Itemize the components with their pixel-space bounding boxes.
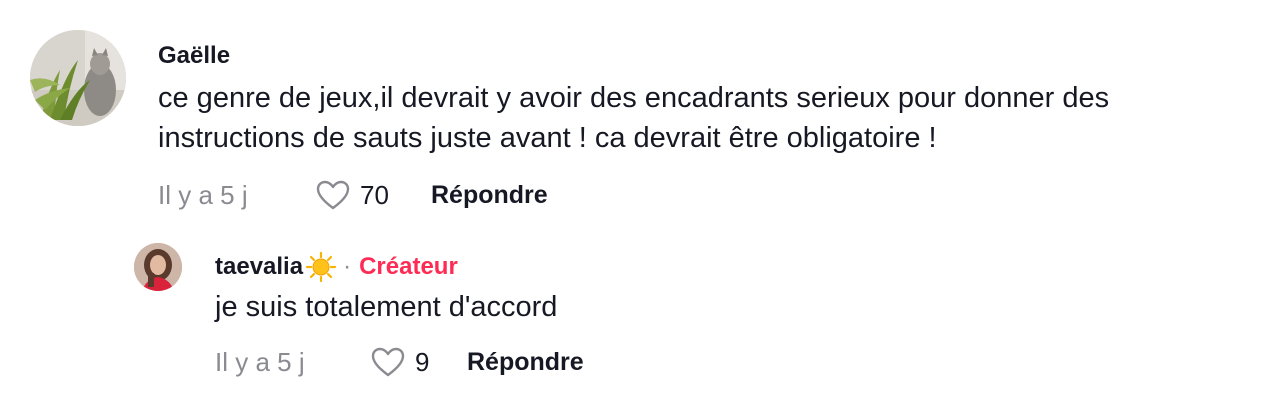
comment-text-line: instructions de sauts juste avant ! ca d…: [158, 122, 937, 154]
reply-username[interactable]: taevalia: [215, 253, 303, 281]
reply-meta: Il y a 5 j 9 Répondre: [215, 345, 584, 379]
like-button[interactable]: [371, 347, 405, 377]
comment-item: Gaëlle ce genre de jeux,il devrait y avo…: [30, 30, 1270, 220]
comment-meta: Il y a 5 j 70 Répondre: [158, 178, 548, 212]
reply-button[interactable]: Répondre: [431, 181, 548, 210]
reply-text: je suis totalement d'accord: [215, 291, 558, 323]
reply-header: taevalia · Créateur: [215, 251, 458, 283]
comment-username[interactable]: Gaëlle: [158, 42, 230, 70]
sun-icon: [305, 251, 337, 283]
creator-badge: Créateur: [359, 253, 458, 280]
separator-dot: ·: [343, 253, 352, 280]
heart-icon: [371, 347, 405, 377]
timestamp: Il y a 5 j: [215, 346, 305, 377]
heart-icon: [316, 180, 350, 210]
person-photo-avatar-icon: [134, 243, 182, 291]
like-count: 9: [415, 346, 430, 377]
comment-text: ce genre de jeux,il devrait y avoir des …: [158, 78, 1258, 158]
reply-item: taevalia · Créateur je suis totalement d…: [134, 243, 1234, 383]
reply-button[interactable]: Répondre: [467, 348, 584, 377]
comment-text-line: ce genre de jeux,il devrait y avoir des …: [158, 82, 1110, 114]
avatar[interactable]: [30, 30, 126, 126]
like-count: 70: [360, 179, 389, 210]
plant-cat-photo-avatar-icon: [30, 30, 126, 126]
avatar[interactable]: [134, 243, 182, 291]
like-button[interactable]: [316, 180, 350, 210]
timestamp: Il y a 5 j: [158, 179, 248, 210]
